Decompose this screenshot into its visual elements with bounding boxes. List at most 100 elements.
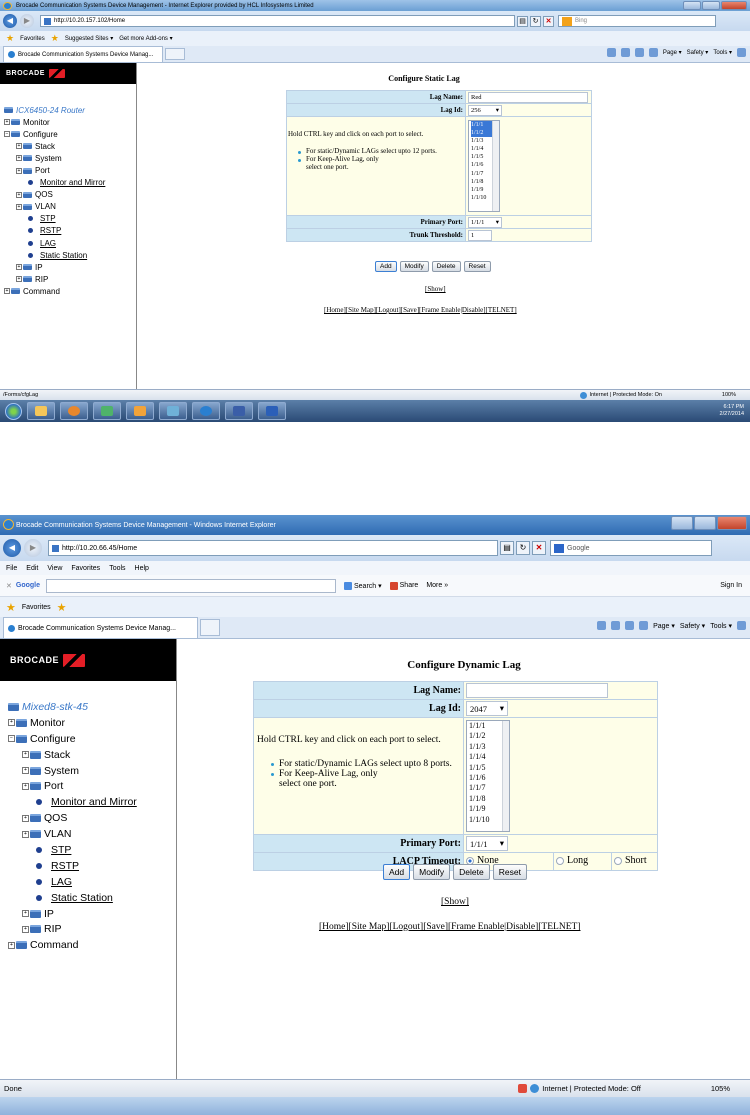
tree-item-command[interactable]: + Command bbox=[8, 937, 176, 953]
print-icon[interactable] bbox=[611, 621, 621, 630]
tree-item-port[interactable]: + Port bbox=[4, 164, 136, 176]
primary-port-select[interactable]: 1/1/1 ▾ bbox=[468, 216, 502, 228]
expand-icon[interactable]: + bbox=[22, 767, 29, 774]
taskbar-word[interactable] bbox=[258, 402, 286, 420]
mail-icon[interactable] bbox=[634, 48, 644, 57]
expand-icon[interactable]: + bbox=[16, 264, 22, 271]
tree-item-monitor[interactable]: + Monitor bbox=[8, 715, 176, 731]
tree-item-monitor-mirror[interactable]: Monitor and Mirror bbox=[8, 794, 176, 810]
popup-blocker-icon[interactable] bbox=[518, 1084, 528, 1093]
collapse-icon[interactable]: − bbox=[4, 131, 10, 138]
primary-port-select[interactable]: 1/1/1 ▾ bbox=[466, 836, 508, 851]
sign-in-link[interactable]: Sign In bbox=[720, 582, 742, 589]
tree-link[interactable]: Static Station bbox=[40, 251, 87, 260]
minimize-button[interactable] bbox=[683, 1, 701, 10]
tree-item-ip[interactable]: + IP bbox=[8, 906, 176, 922]
taskbar-explorer[interactable] bbox=[27, 402, 55, 420]
menu-tools[interactable]: Tools bbox=[109, 565, 125, 572]
listbox-scrollbar[interactable] bbox=[492, 121, 499, 211]
menu-file[interactable]: File bbox=[6, 565, 17, 572]
tree-item-stack[interactable]: + Stack bbox=[8, 747, 176, 763]
menu-help[interactable]: Help bbox=[135, 565, 149, 572]
tree-item-ip[interactable]: + IP bbox=[4, 261, 136, 273]
tree-item-configure[interactable]: − Configure bbox=[4, 128, 136, 140]
forward-icon[interactable]: ▶ bbox=[24, 539, 42, 557]
menu-favorites[interactable]: Favorites bbox=[71, 565, 100, 572]
expand-icon[interactable]: + bbox=[16, 143, 22, 150]
tree-item-system[interactable]: + System bbox=[8, 763, 176, 779]
new-tab-button[interactable] bbox=[165, 47, 185, 61]
expand-icon[interactable]: + bbox=[22, 925, 29, 933]
google-more-button[interactable]: More » bbox=[426, 582, 448, 589]
back-icon[interactable]: ◀ bbox=[3, 14, 17, 28]
system-tray[interactable]: 6:17 PM 2/27/2014 bbox=[720, 404, 744, 418]
stop-icon[interactable]: ✕ bbox=[532, 541, 546, 555]
modify-button[interactable]: Modify bbox=[399, 261, 429, 272]
tree-link[interactable]: STP bbox=[51, 844, 71, 856]
expand-icon[interactable]: + bbox=[8, 719, 15, 727]
home-icon[interactable] bbox=[597, 621, 607, 630]
tools-menu[interactable]: Tools ▾ bbox=[710, 622, 732, 630]
tree-link[interactable]: Monitor and Mirror bbox=[40, 178, 105, 187]
lag-name-input[interactable]: Red bbox=[468, 91, 588, 103]
menu-view[interactable]: View bbox=[47, 565, 62, 572]
google-search-button[interactable]: Search ▾ bbox=[344, 581, 382, 590]
reset-button[interactable]: Reset bbox=[463, 261, 491, 272]
reset-button[interactable]: Reset bbox=[492, 864, 527, 880]
lag-name-input[interactable] bbox=[466, 683, 608, 698]
tree-link[interactable]: LAG bbox=[51, 876, 72, 888]
add-favorite-icon[interactable]: ★ bbox=[57, 601, 67, 614]
tree-item-static-station[interactable]: Static Station bbox=[4, 249, 136, 261]
back-icon[interactable]: ◀ bbox=[3, 539, 21, 557]
expand-icon[interactable]: + bbox=[22, 910, 29, 918]
expand-icon[interactable]: + bbox=[16, 155, 22, 162]
tree-item-vlan[interactable]: + VLAN bbox=[8, 826, 176, 842]
suggested-sites-link[interactable]: Suggested Sites ▾ bbox=[65, 35, 113, 42]
expand-icon[interactable]: + bbox=[16, 167, 22, 174]
tree-item-lag[interactable]: LAG bbox=[4, 237, 136, 249]
tree-item-rstp[interactable]: RSTP bbox=[4, 225, 136, 237]
get-addons-link[interactable]: Get more Add-ons ▾ bbox=[119, 35, 172, 42]
help-icon[interactable] bbox=[737, 621, 746, 630]
lacp-radio-short[interactable]: Short bbox=[614, 855, 647, 866]
tree-link[interactable]: Static Station bbox=[51, 892, 113, 904]
port-listbox[interactable]: 1/1/1 1/1/2 1/1/3 1/1/4 1/1/5 1/1/6 1/1/… bbox=[468, 120, 500, 212]
tree-root[interactable]: Mixed8-stk-45 bbox=[8, 699, 176, 715]
tools-menu[interactable]: Tools ▾ bbox=[713, 49, 732, 56]
help-icon[interactable] bbox=[737, 48, 746, 57]
tree-item-port[interactable]: + Port bbox=[8, 778, 176, 794]
close-toolbar-icon[interactable]: ✕ bbox=[6, 582, 12, 590]
taskbar-app[interactable] bbox=[93, 402, 121, 420]
edit-icon[interactable] bbox=[639, 621, 649, 630]
tree-item-lag[interactable]: LAG bbox=[8, 874, 176, 890]
tree-link[interactable]: LAG bbox=[40, 239, 56, 248]
start-button[interactable] bbox=[5, 402, 22, 420]
show-link[interactable]: [Show] bbox=[425, 285, 446, 293]
compat-view-icon[interactable]: ▤ bbox=[500, 541, 514, 555]
lag-id-select[interactable]: 2047 ▾ bbox=[466, 701, 508, 716]
browser-tab[interactable]: Brocade Communication Systems Device Man… bbox=[3, 46, 163, 62]
add-button[interactable]: Add bbox=[375, 261, 397, 272]
trunk-threshold-input[interactable]: 1 bbox=[468, 229, 492, 241]
modify-button[interactable]: Modify bbox=[413, 864, 451, 880]
tree-link[interactable]: STP bbox=[40, 214, 56, 223]
listbox-scrollbar[interactable] bbox=[502, 721, 509, 831]
expand-icon[interactable]: + bbox=[4, 119, 10, 126]
expand-icon[interactable]: + bbox=[22, 814, 29, 822]
tree-item-stp[interactable]: STP bbox=[4, 213, 136, 225]
footer-links[interactable]: [Home][Site Map][Logout][Save][Frame Ena… bbox=[324, 306, 517, 314]
address-bar[interactable]: http://10.20.66.45/Home bbox=[48, 540, 498, 556]
home-icon[interactable] bbox=[606, 48, 616, 57]
maximize-button[interactable] bbox=[694, 516, 716, 530]
tree-item-stp[interactable]: STP bbox=[8, 842, 176, 858]
zoom-level[interactable]: 100% bbox=[722, 392, 736, 398]
tree-item-rip[interactable]: + RIP bbox=[4, 273, 136, 285]
close-button[interactable] bbox=[721, 1, 747, 10]
delete-button[interactable]: Delete bbox=[431, 261, 461, 272]
favorites-button[interactable]: Favorites bbox=[22, 604, 51, 611]
page-menu[interactable]: Page ▾ bbox=[663, 49, 682, 56]
tree-item-rip[interactable]: + RIP bbox=[8, 921, 176, 937]
tree-item-monitor[interactable]: + Monitor bbox=[4, 116, 136, 128]
taskbar-app2[interactable] bbox=[159, 402, 187, 420]
address-bar[interactable]: http://10.20.157.102/Home bbox=[40, 15, 515, 27]
